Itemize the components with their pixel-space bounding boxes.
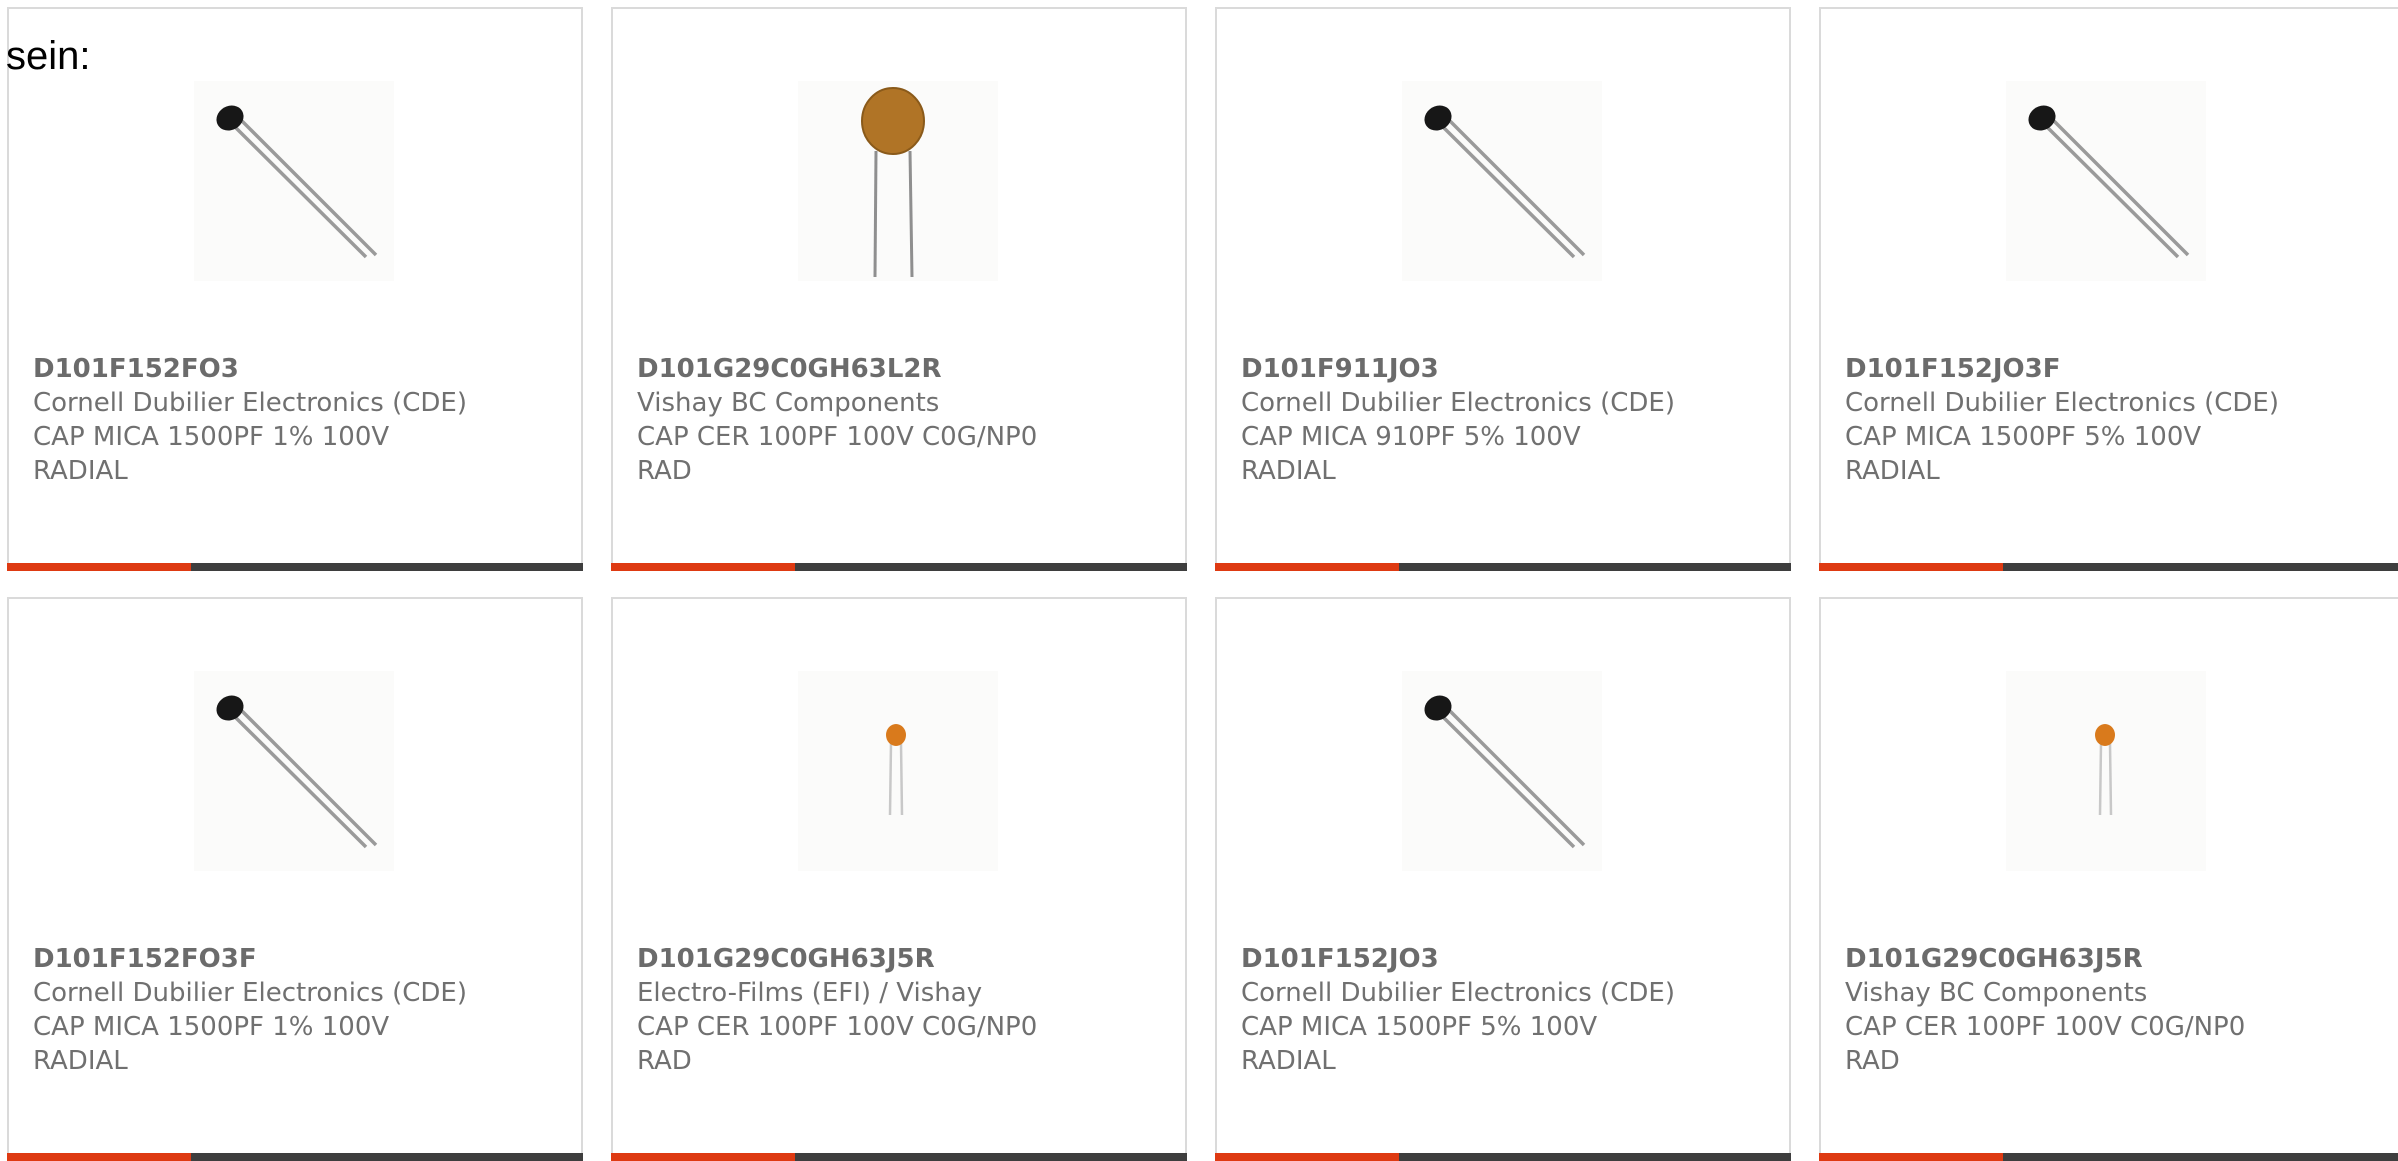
ceramic-disc-capacitor-icon [2095, 724, 2115, 816]
product-card[interactable]: D101F152FO3F Cornell Dubilier Electronic… [7, 597, 583, 1161]
description: CAP CER 100PF 100V C0G/NP0 [1845, 1012, 2246, 1042]
mica-capacitor-icon [216, 105, 378, 259]
product-image[interactable] [1402, 81, 1602, 281]
product-card[interactable]: D101G29C0GH63L2R Vishay BC Components CA… [611, 7, 1187, 571]
part-number[interactable]: D101F152FO3 [33, 352, 467, 386]
product-image[interactable] [798, 671, 998, 871]
manufacturer: Cornell Dubilier Electronics (CDE) [1241, 978, 1675, 1008]
part-number[interactable]: D101G29C0GH63L2R [637, 352, 1037, 386]
part-number[interactable]: D101G29C0GH63J5R [1845, 942, 2245, 976]
manufacturer: Cornell Dubilier Electronics (CDE) [1845, 388, 2279, 418]
manufacturer: Cornell Dubilier Electronics (CDE) [33, 978, 467, 1008]
card-bar [1819, 563, 2398, 571]
product-image[interactable] [1402, 671, 1602, 871]
mica-capacitor-icon [2028, 105, 2190, 259]
description: CAP CER 100PF 100V C0G/NP0 [637, 422, 1038, 452]
product-card[interactable]: D101F152JO3F Cornell Dubilier Electronic… [1819, 7, 2398, 571]
package: RADIAL [1241, 1046, 1336, 1076]
package: RAD [637, 1046, 692, 1076]
card-bar [611, 563, 1187, 571]
product-card[interactable]: D101F152JO3 Cornell Dubilier Electronics… [1215, 597, 1791, 1161]
package: RADIAL [33, 1046, 128, 1076]
card-bar [611, 1153, 1187, 1161]
part-number[interactable]: D101F911JO3 [1241, 352, 1675, 386]
package: RAD [637, 456, 692, 486]
manufacturer: Electro-Films (EFI) / Vishay [637, 978, 983, 1008]
product-image[interactable] [798, 81, 998, 281]
card-bar [1215, 563, 1791, 571]
mica-capacitor-icon [1424, 105, 1586, 259]
package: RADIAL [33, 456, 128, 486]
card-bar [7, 1153, 583, 1161]
package: RADIAL [1845, 456, 1940, 486]
description: CAP MICA 1500PF 1% 100V [33, 422, 390, 452]
mica-capacitor-icon [216, 695, 378, 849]
product-card[interactable]: D101G29C0GH63J5R Vishay BC Components CA… [1819, 597, 2398, 1161]
product-card[interactable]: D101F152FO3 Cornell Dubilier Electronics… [7, 7, 583, 571]
part-number[interactable]: D101F152JO3 [1241, 942, 1675, 976]
part-number[interactable]: D101G29C0GH63J5R [637, 942, 1037, 976]
part-number[interactable]: D101F152JO3F [1845, 352, 2279, 386]
card-bar [1215, 1153, 1791, 1161]
description: CAP MICA 1500PF 5% 100V [1845, 422, 2202, 452]
package: RAD [1845, 1046, 1900, 1076]
part-number[interactable]: D101F152FO3F [33, 942, 467, 976]
product-card[interactable]: D101F911JO3 Cornell Dubilier Electronics… [1215, 7, 1791, 571]
manufacturer: Vishay BC Components [1845, 978, 2148, 1008]
package: RADIAL [1241, 456, 1336, 486]
mica-capacitor-icon [1424, 695, 1586, 849]
manufacturer: Cornell Dubilier Electronics (CDE) [1241, 388, 1675, 418]
product-image[interactable] [2006, 671, 2206, 871]
description: CAP MICA 910PF 5% 100V [1241, 422, 1581, 452]
card-bar [1819, 1153, 2398, 1161]
product-image[interactable] [2006, 81, 2206, 281]
manufacturer: Cornell Dubilier Electronics (CDE) [33, 388, 467, 418]
description: CAP MICA 1500PF 1% 100V [33, 1012, 390, 1042]
description: CAP CER 100PF 100V C0G/NP0 [637, 1012, 1038, 1042]
product-image[interactable] [194, 81, 394, 281]
description: CAP MICA 1500PF 5% 100V [1241, 1012, 1598, 1042]
product-image[interactable] [194, 671, 394, 871]
intro-text: sein: [6, 34, 91, 78]
manufacturer: Vishay BC Components [637, 388, 940, 418]
ceramic-disc-capacitor-icon [861, 87, 925, 278]
product-card[interactable]: D101G29C0GH63J5R Electro-Films (EFI) / V… [611, 597, 1187, 1161]
ceramic-disc-capacitor-icon [886, 724, 906, 816]
card-bar [7, 563, 583, 571]
